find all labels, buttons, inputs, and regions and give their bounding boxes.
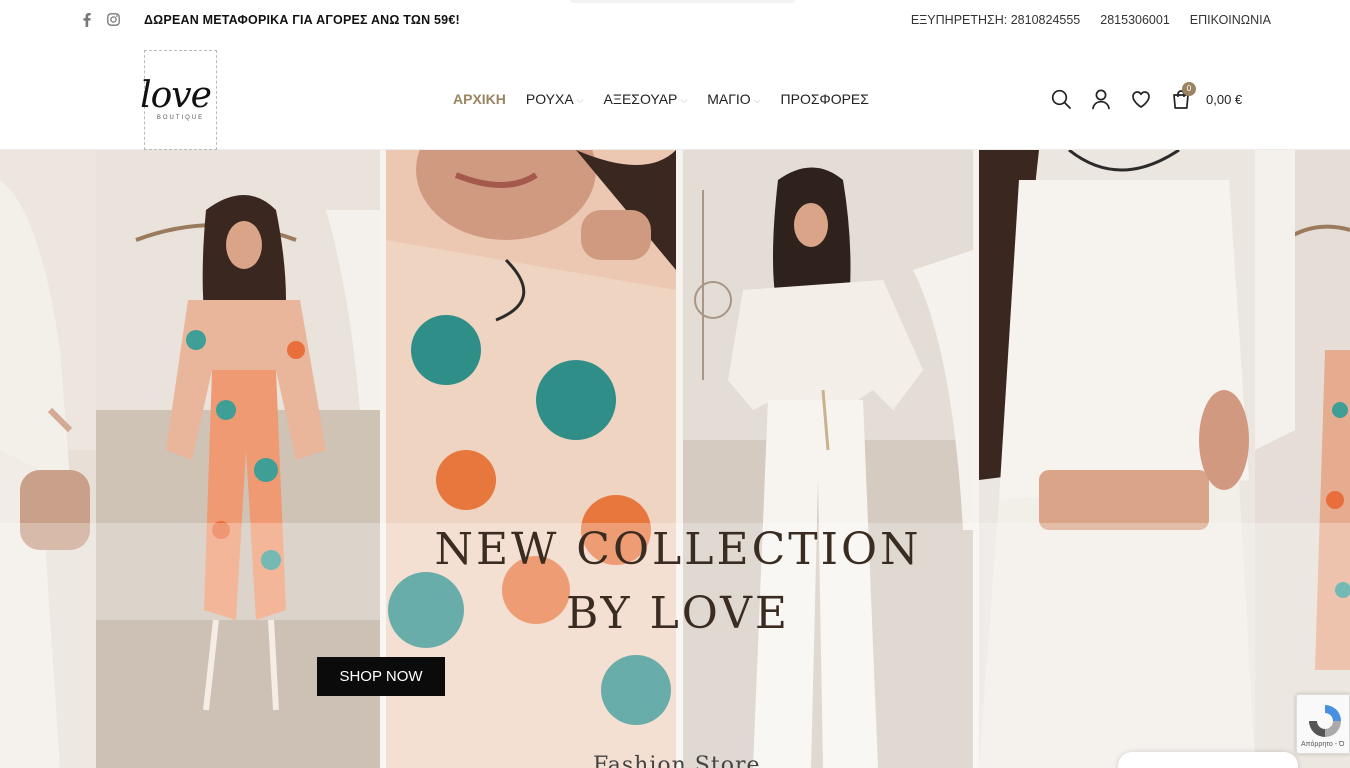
top-bar: ΔΩΡΕΑΝ ΜΕΤΑΦΟΡΙΚΑ ΓΙΑ ΑΓΟΡΕΣ ΑΝΩ ΤΩΝ 59€… xyxy=(0,0,1350,40)
chevron-down-icon: ⌵ xyxy=(576,94,584,105)
heart-icon[interactable] xyxy=(1130,88,1152,110)
chat-widget-tab[interactable] xyxy=(1118,752,1298,768)
shop-now-button[interactable]: SHOP NOW xyxy=(317,657,445,696)
hero-slider: NEW COLLECTION BY LOVE SHOP NOW Fashion … xyxy=(0,150,1350,768)
nav-item-label: ΠΡΟΣΦΟΡΕΣ xyxy=(780,91,869,107)
nav-item-label: ΑΞΕΣΟΥΑΡ xyxy=(603,91,678,107)
nav-item-clothes[interactable]: ΡΟΥΧΑ ⌵ xyxy=(526,91,584,107)
header-actions: 0 0,00 € xyxy=(1050,82,1242,110)
social-links xyxy=(83,13,120,27)
logo-script: love xyxy=(140,75,212,116)
nav-item-swimwear[interactable]: ΜΑΓΙΟ ⌵ xyxy=(707,91,760,107)
cart-icon[interactable]: 0 xyxy=(1170,82,1196,110)
logo-subtitle: BOUTIQUE xyxy=(156,115,205,121)
hero-headline-line2: BY LOVE xyxy=(565,588,790,639)
hero-headline: NEW COLLECTION BY LOVE xyxy=(378,518,978,646)
nav-item-accessories[interactable]: ΑΞΕΣΟΥΑΡ ⌵ xyxy=(604,91,688,107)
cart-count-badge: 0 xyxy=(1182,82,1196,96)
recaptcha-privacy-label: Απόρρητο - Ό xyxy=(1301,741,1345,748)
nav-item-label: ΜΑΓΙΟ xyxy=(707,91,751,107)
nav-item-home[interactable]: ΑΡΧΙΚΗ xyxy=(453,91,506,107)
facebook-icon[interactable] xyxy=(83,13,95,27)
topbar-contact-links: ΕΞΥΠΗΡΕΤΗΣΗ: 2810824555 2815306001 ΕΠΙΚΟ… xyxy=(911,13,1271,27)
recaptcha-badge[interactable]: Απόρρητο - Ό xyxy=(1296,694,1350,754)
cart-total[interactable]: 0,00 € xyxy=(1206,92,1242,107)
customer-service-phone[interactable]: ΕΞΥΠΗΡΕΤΗΣΗ: 2810824555 xyxy=(911,13,1080,27)
nav-item-label: ΡΟΥΧΑ xyxy=(525,91,574,107)
site-logo[interactable]: love BOUTIQUE xyxy=(140,50,217,150)
main-navigation: ΑΡΧΙΚΗ ΡΟΥΧΑ ⌵ ΑΞΕΣΟΥΑΡ ⌵ ΜΑΓΙΟ ⌵ ΠΡΟΣΦΟ… xyxy=(453,91,869,107)
instagram-icon[interactable] xyxy=(107,13,120,27)
free-shipping-promo: ΔΩΡΕΑΝ ΜΕΤΑΦΟΡΙΚΑ ΓΙΑ ΑΓΟΡΕΣ ΑΝΩ ΤΩΝ 59€… xyxy=(144,13,460,27)
contact-link[interactable]: ΕΠΙΚΟΙΝΩΝΙΑ xyxy=(1190,13,1271,27)
nav-item-label: ΑΡΧΙΚΗ xyxy=(453,91,506,107)
hero-headline-line1: NEW COLLECTION xyxy=(434,524,922,575)
search-icon[interactable] xyxy=(1050,88,1072,110)
hero-subtitle: Fashion Store xyxy=(593,753,761,768)
recaptcha-icon xyxy=(1309,705,1341,737)
chevron-down-icon: ⌵ xyxy=(753,94,761,105)
user-icon[interactable] xyxy=(1090,88,1112,110)
top-edge-tab xyxy=(570,0,795,3)
chevron-down-icon: ⌵ xyxy=(680,94,688,105)
secondary-phone[interactable]: 2815306001 xyxy=(1100,13,1170,27)
main-header: love BOUTIQUE ΑΡΧΙΚΗ ΡΟΥΧΑ ⌵ ΑΞΕΣΟΥΑΡ ⌵ … xyxy=(0,40,1350,150)
nav-item-offers[interactable]: ΠΡΟΣΦΟΡΕΣ xyxy=(781,91,869,107)
